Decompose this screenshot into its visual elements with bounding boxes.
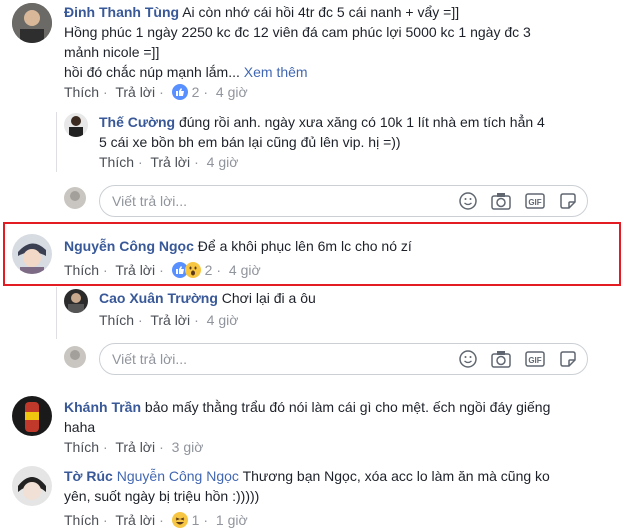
reaction-count[interactable]: 2 <box>192 84 200 100</box>
timestamp[interactable]: 4 giờ <box>229 262 261 278</box>
mention-link[interactable]: Nguyễn Công Ngọc <box>117 468 239 484</box>
reply-input[interactable]: Viết trả lời... GIF <box>99 185 588 217</box>
wow-reaction-icon[interactable] <box>184 262 201 281</box>
reply-link[interactable]: Trả lời <box>115 512 155 528</box>
see-more-link[interactable]: Xem thêm <box>244 64 308 80</box>
haha-reaction-icon[interactable] <box>171 512 188 531</box>
reaction-count[interactable]: 1 <box>192 512 200 528</box>
avatar-current-user <box>64 346 86 368</box>
comment-text: đúng rồi anh. ngày xưa xăng có 10k 1 lít… <box>178 114 545 130</box>
avatar-khanh-tran[interactable] <box>12 396 52 436</box>
like-reaction-icon[interactable] <box>171 84 188 103</box>
reply-link[interactable]: Trả lời <box>150 154 190 170</box>
svg-text:GIF: GIF <box>528 356 541 365</box>
reaction-count[interactable]: 2 <box>205 262 213 278</box>
sticker-icon[interactable] <box>559 350 577 368</box>
emoji-icon[interactable] <box>459 350 478 368</box>
gif-icon[interactable]: GIF <box>525 350 545 368</box>
comment-text: Hồng phúc 1 ngày 2250 kc đc 12 viên đá c… <box>64 24 531 40</box>
comment-author[interactable]: Tờ Rúc <box>64 468 113 484</box>
like-link[interactable]: Thích <box>64 439 99 455</box>
camera-icon[interactable] <box>491 350 511 368</box>
reply-link[interactable]: Trả lời <box>115 84 155 100</box>
comment-author[interactable]: Cao Xuân Trường <box>99 290 218 306</box>
like-link[interactable]: Thích <box>64 262 99 278</box>
comment-text: mảnh nicole =]] <box>64 44 160 60</box>
emoji-icon[interactable] <box>459 192 478 210</box>
comment-text: Ai còn nhớ cái hồi 4tr đc 5 cái nanh + v… <box>182 4 460 20</box>
avatar-nguyen-cong-ngoc[interactable] <box>12 234 52 274</box>
timestamp[interactable]: 4 giờ <box>216 84 248 100</box>
sticker-icon[interactable] <box>559 192 577 210</box>
comment-text: hồi đó chắc núp mạnh lắm... <box>64 64 240 80</box>
comment-text: yên, suốt ngày bị triệu hồn :))))) <box>64 488 260 504</box>
gif-icon[interactable]: GIF <box>525 192 545 210</box>
like-link[interactable]: Thích <box>99 312 134 328</box>
comment-author[interactable]: Khánh Trần <box>64 399 141 415</box>
like-link[interactable]: Thích <box>99 154 134 170</box>
comment-author[interactable]: Thế Cường <box>99 114 175 130</box>
comment-text: bảo mấy thằng trẩu đó nói làm cái gì cho… <box>144 399 551 415</box>
like-link[interactable]: Thích <box>64 84 99 100</box>
comment-author[interactable]: Đinh Thanh Tùng <box>64 4 179 20</box>
avatar-the-cuong[interactable] <box>64 113 88 137</box>
avatar-dinh-thanh-tung[interactable] <box>12 3 52 43</box>
comment-text: Thương bạn Ngọc, xóa acc lo làm ăn mà cũ… <box>242 468 550 484</box>
svg-text:GIF: GIF <box>528 198 541 207</box>
reply-link[interactable]: Trả lời <box>150 312 190 328</box>
reply-placeholder: Viết trả lời... <box>112 193 188 209</box>
comment-text: Để a khôi phục lên 6m lc cho nó zí <box>197 238 412 254</box>
comment-text: Chơi lại đi a ôu <box>221 290 316 306</box>
avatar-to-ruc[interactable] <box>12 466 52 506</box>
camera-icon[interactable] <box>491 192 511 210</box>
avatar-current-user <box>64 187 86 209</box>
reply-link[interactable]: Trả lời <box>115 439 155 455</box>
comment-author[interactable]: Nguyễn Công Ngọc <box>64 238 194 254</box>
like-link[interactable]: Thích <box>64 512 99 528</box>
timestamp[interactable]: 4 giờ <box>207 154 239 170</box>
avatar-cao-xuan-truong[interactable] <box>64 289 88 313</box>
timestamp[interactable]: 4 giờ <box>207 312 239 328</box>
reply-input[interactable]: Viết trả lời... GIF <box>99 343 588 375</box>
timestamp[interactable]: 3 giờ <box>172 439 204 455</box>
comment-text: haha <box>64 419 96 435</box>
timestamp[interactable]: 1 giờ <box>216 512 248 528</box>
comment-text: 5 cái xe bồn bh em bán lại cũng đủ lên v… <box>99 134 401 150</box>
reply-link[interactable]: Trả lời <box>115 262 155 278</box>
reply-placeholder: Viết trả lời... <box>112 351 188 367</box>
